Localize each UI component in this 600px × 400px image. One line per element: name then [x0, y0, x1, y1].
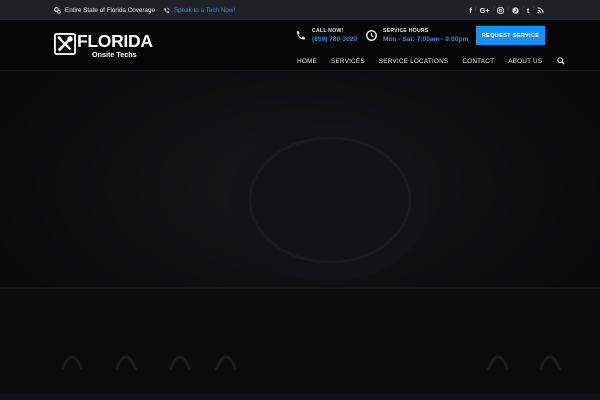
- phone-volume-icon: [164, 7, 170, 13]
- phone-icon: [296, 31, 305, 40]
- hero-banner: [0, 72, 600, 400]
- tools-logo-icon: [54, 33, 76, 55]
- speak-to-tech-link[interactable]: Speak to a Tech Now!: [163, 7, 235, 14]
- site-logo[interactable]: FLORIDA Onsite Techs: [54, 31, 153, 61]
- hero-background-image: [0, 72, 600, 400]
- call-now-label: CALL NOW!: [312, 28, 344, 34]
- nav-item-service-locations[interactable]: SERVICE LOCATIONS: [372, 58, 456, 65]
- call-number[interactable]: (859) 780-3020: [312, 36, 357, 43]
- nav-item-home[interactable]: HOME: [290, 58, 324, 65]
- social-links: f / G+ / / / t /: [469, 0, 544, 20]
- main-nav: HOME SERVICES SERVICE LOCATIONS CONTACT …: [290, 54, 565, 68]
- call-now-box[interactable]: CALL NOW! (859) 780-3020: [295, 28, 357, 43]
- tumblr-icon[interactable]: t: [527, 6, 530, 15]
- search-icon[interactable]: [557, 57, 565, 65]
- service-hours-label: SERVICE HOURS: [383, 28, 429, 34]
- social-separator: /: [532, 7, 534, 13]
- logo-subtitle: Onsite Techs: [92, 49, 137, 59]
- social-separator: /: [507, 7, 510, 13]
- service-hours-box: SERVICE HOURS Mon - Sat: 7:00am - 9:00pm: [366, 28, 468, 43]
- pinterest-icon[interactable]: [512, 6, 519, 14]
- nav-item-contact[interactable]: CONTACT: [455, 58, 501, 65]
- social-separator: /: [522, 7, 524, 13]
- instagram-icon[interactable]: [497, 6, 505, 14]
- nav-item-services[interactable]: SERVICES: [324, 58, 372, 65]
- clock-icon: [366, 30, 377, 41]
- service-hours-value: Mon - Sat: 7:00am - 9:00pm: [383, 36, 469, 43]
- nav-item-about-us[interactable]: ABOUT US: [501, 58, 549, 65]
- top-bar: Entire State of Florida Coverage Speak t…: [0, 0, 600, 20]
- google-plus-icon[interactable]: G+: [480, 6, 490, 15]
- facebook-icon[interactable]: f: [469, 6, 472, 15]
- coverage-text: Entire State of Florida Coverage: [65, 6, 155, 14]
- rss-icon[interactable]: [537, 6, 544, 14]
- social-separator: /: [492, 7, 495, 13]
- social-separator: /: [474, 7, 477, 13]
- speak-link-text[interactable]: Speak to a Tech Now!: [174, 7, 235, 14]
- coverage-info: Entire State of Florida Coverage: [54, 7, 155, 14]
- gears-icon: [54, 6, 61, 14]
- site-header: FLORIDA Onsite Techs CALL NOW! (859) 780…: [0, 20, 600, 71]
- logo-title: FLORIDA: [77, 31, 153, 51]
- request-service-button[interactable]: REQUEST SERVICE: [476, 26, 545, 45]
